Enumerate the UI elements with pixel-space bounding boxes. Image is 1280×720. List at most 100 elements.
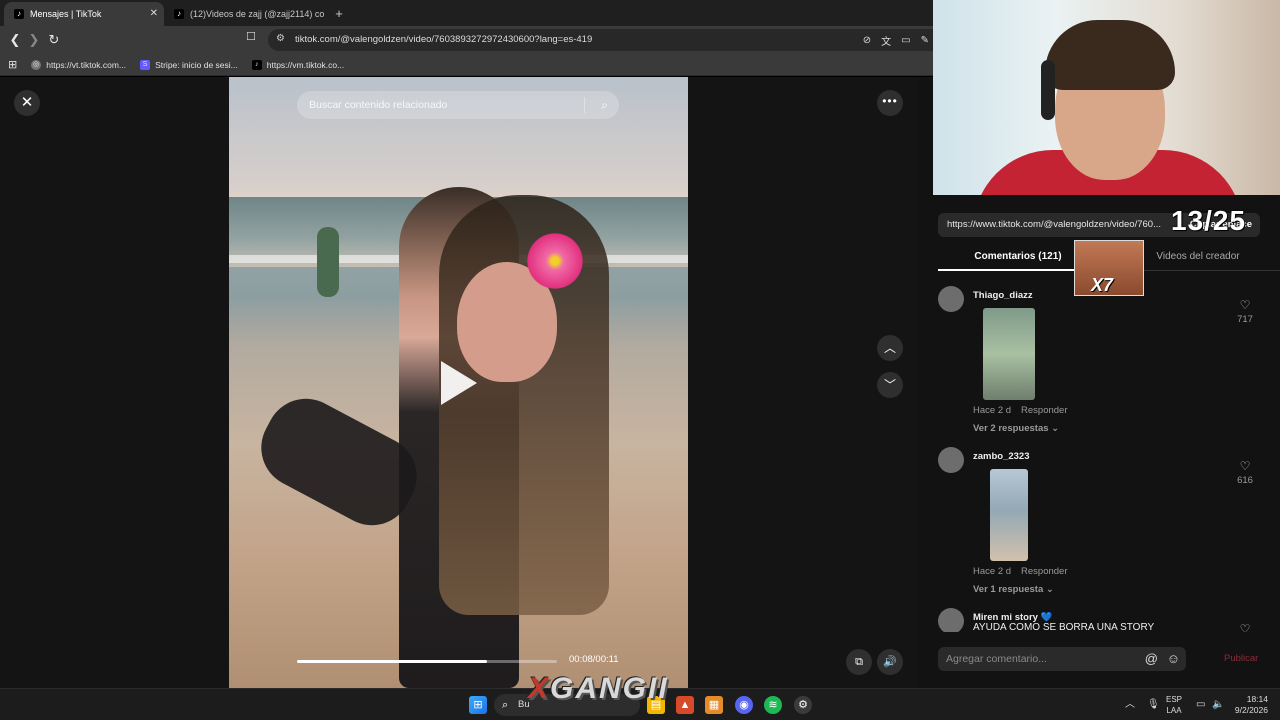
bookmark-stripe[interactable]: S Stripe: inicio de sesi... bbox=[140, 59, 238, 70]
video-stage: ✕ ••• ︿ ﹀ ⧉ 🔊 Buscar contenido relaciona… bbox=[0, 77, 918, 688]
comment-sticker-image[interactable] bbox=[983, 308, 1035, 400]
stream-overlay-logo: XGANGII bbox=[528, 672, 669, 705]
bookmark-icon[interactable]: ☐ bbox=[246, 30, 256, 43]
emoji-icon[interactable]: ☺ bbox=[1167, 647, 1180, 671]
like-button[interactable]: ♡ 616 bbox=[1230, 459, 1260, 486]
browser-tab-bar: ♪ Mensajes | TikTok ✕ ♪ (12)Videos de za… bbox=[0, 0, 933, 26]
video-frame[interactable]: Buscar contenido relacionado ⌕ 00:08/00:… bbox=[229, 77, 688, 688]
heart-icon: ♡ bbox=[1239, 298, 1251, 312]
address-bar[interactable]: ⚙ tiktok.com/@valengoldzen/video/7603893… bbox=[268, 29, 933, 51]
beach-bystander bbox=[317, 227, 339, 297]
comment-placeholder: Agregar comentario... bbox=[946, 653, 1047, 665]
video-time: 00:08/00:11 bbox=[569, 654, 619, 665]
related-search-input[interactable]: Buscar contenido relacionado ⌕ bbox=[297, 91, 619, 119]
bookmark-vt-tiktok[interactable]: ◎ https://vt.tiktok.com... bbox=[31, 59, 127, 70]
reply-button[interactable]: Responder bbox=[1021, 405, 1067, 416]
network-icon[interactable]: ▭ bbox=[1196, 689, 1205, 720]
comment-username[interactable]: Thiago_diazz bbox=[973, 290, 1033, 301]
mention-icon[interactable]: @ bbox=[1145, 647, 1158, 671]
tab-title: (12)Videos de zajj (@zajj2114) con "" bbox=[190, 9, 324, 19]
tab-videos-zajj[interactable]: ♪ (12)Videos de zajj (@zajj2114) con "" bbox=[164, 2, 324, 26]
taskbar-clock[interactable]: 18:14 9/2/2026 bbox=[1228, 694, 1268, 716]
divider bbox=[584, 97, 585, 113]
forward-icon[interactable]: ❯ bbox=[24, 30, 44, 50]
back-icon[interactable]: ❮ bbox=[5, 30, 25, 50]
comment-meta: Hace 2 d Responder bbox=[973, 566, 1068, 577]
stripe-icon: S bbox=[140, 59, 151, 70]
comment-text: AYUDA COMO SE BORRA UNA STORY bbox=[973, 622, 1155, 632]
cast-icon[interactable]: ▭ bbox=[901, 35, 910, 46]
tiktok-icon: ♪ bbox=[174, 9, 184, 19]
spotify-icon[interactable]: ≋ bbox=[764, 696, 782, 714]
like-count: 616 bbox=[1237, 475, 1253, 486]
url-text: tiktok.com/@valengoldzen/video/760389327… bbox=[295, 34, 593, 45]
flower-effect bbox=[523, 229, 587, 293]
previous-video-button[interactable]: ︿ bbox=[877, 335, 903, 361]
pip-icon[interactable]: ⧉ bbox=[846, 649, 872, 675]
comment-item: zambo_2323 Hace 2 d Responder Ver 1 respu… bbox=[938, 447, 1260, 597]
close-video-button[interactable]: ✕ bbox=[14, 90, 40, 116]
globe-icon: ◎ bbox=[31, 59, 42, 70]
language-indicator[interactable]: ESP LAA bbox=[1166, 694, 1182, 716]
next-video-button[interactable]: ﹀ bbox=[877, 372, 903, 398]
bookmark-label: https://vm.tiktok.co... bbox=[266, 59, 345, 70]
tray-overflow-icon[interactable]: ︿ bbox=[1125, 689, 1135, 720]
play-icon[interactable] bbox=[441, 361, 477, 405]
microphone-icon[interactable]: 🎙 bbox=[1147, 689, 1160, 720]
heart-icon: ♡ bbox=[1239, 459, 1251, 473]
clock-time: 18:14 bbox=[1246, 694, 1268, 704]
search-icon[interactable]: ⌕ bbox=[601, 91, 608, 119]
tab-mensajes-tiktok[interactable]: ♪ Mensajes | TikTok ✕ bbox=[4, 2, 164, 26]
share-link-text: https://www.tiktok.com/@valengoldzen/vid… bbox=[947, 219, 1162, 230]
no-tracking-icon[interactable]: ⊘ bbox=[863, 35, 871, 46]
bookmark-vm-tiktok[interactable]: ♪ https://vm.tiktok.co... bbox=[251, 59, 345, 70]
reload-icon[interactable]: ↻ bbox=[44, 30, 64, 50]
close-tab-icon[interactable]: ✕ bbox=[150, 2, 158, 26]
reply-button[interactable]: Responder bbox=[1021, 566, 1067, 577]
avatar[interactable] bbox=[938, 447, 964, 473]
more-options-button[interactable]: ••• bbox=[877, 90, 903, 116]
bookmark-label: https://vt.tiktok.com... bbox=[46, 59, 127, 70]
view-replies-button[interactable]: Ver 2 respuestas ⌄ bbox=[973, 423, 1059, 434]
like-button[interactable]: ♡ 717 bbox=[1230, 298, 1260, 325]
steam-icon[interactable]: ⚙ bbox=[794, 696, 812, 714]
like-count: 717 bbox=[1237, 314, 1253, 325]
app-icon[interactable]: ▦ bbox=[705, 696, 723, 714]
comment-item: Miren mi story 💙 AYUDA COMO SE BORRA UNA… bbox=[938, 608, 1260, 632]
video-progress-bar[interactable] bbox=[297, 660, 557, 663]
translate-icon[interactable]: 文 bbox=[881, 33, 891, 48]
apps-grid-icon[interactable]: ⊞ bbox=[8, 58, 17, 71]
speaker-icon[interactable]: 🔈 bbox=[1212, 689, 1224, 720]
comment-time: Hace 2 d bbox=[973, 566, 1012, 577]
counter-overlay: 13/25 bbox=[1171, 205, 1247, 236]
site-info-icon[interactable]: ⚙ bbox=[276, 33, 285, 44]
comment-time: Hace 2 d bbox=[973, 405, 1012, 416]
comment-meta: Hace 2 d Responder bbox=[973, 405, 1068, 416]
bookmark-label: Stripe: inicio de sesi... bbox=[155, 59, 238, 70]
search-icon: ⌕ bbox=[502, 699, 509, 711]
tiktok-icon: ♪ bbox=[251, 59, 262, 70]
avatar[interactable] bbox=[938, 286, 964, 312]
tab-title: Mensajes | TikTok bbox=[30, 9, 102, 19]
clock-date: 9/2/2026 bbox=[1234, 705, 1268, 715]
publish-button[interactable]: Publicar bbox=[1224, 653, 1258, 664]
avatar[interactable] bbox=[938, 608, 964, 632]
new-tab-button[interactable]: + bbox=[328, 2, 350, 26]
app-icon[interactable]: ▲ bbox=[676, 696, 694, 714]
view-replies-button[interactable]: Ver 1 respuesta ⌄ bbox=[973, 584, 1054, 595]
like-button[interactable]: ♡ bbox=[1230, 622, 1260, 632]
edit-icon[interactable]: ✎ bbox=[921, 35, 929, 46]
discord-icon[interactable]: ◉ bbox=[735, 696, 753, 714]
heart-icon: ♡ bbox=[1239, 622, 1251, 632]
tiktok-icon: ♪ bbox=[14, 9, 24, 19]
screen: ♪ Mensajes | TikTok ✕ ♪ (12)Videos de za… bbox=[0, 0, 1280, 720]
add-comment-input[interactable]: Agregar comentario... @ ☺ bbox=[938, 647, 1186, 671]
comment-item: Thiago_diazz Hace 2 d Responder Ver 2 res… bbox=[938, 286, 1260, 436]
volume-icon[interactable]: 🔊 bbox=[877, 649, 903, 675]
windows-start-icon[interactable]: ⊞ bbox=[469, 696, 487, 714]
comment-image[interactable] bbox=[990, 469, 1028, 561]
webcam-overlay bbox=[933, 0, 1280, 195]
comment-username[interactable]: zambo_2323 bbox=[973, 451, 1030, 462]
headset-icon bbox=[1041, 60, 1055, 120]
search-placeholder: Buscar contenido relacionado bbox=[309, 99, 448, 111]
